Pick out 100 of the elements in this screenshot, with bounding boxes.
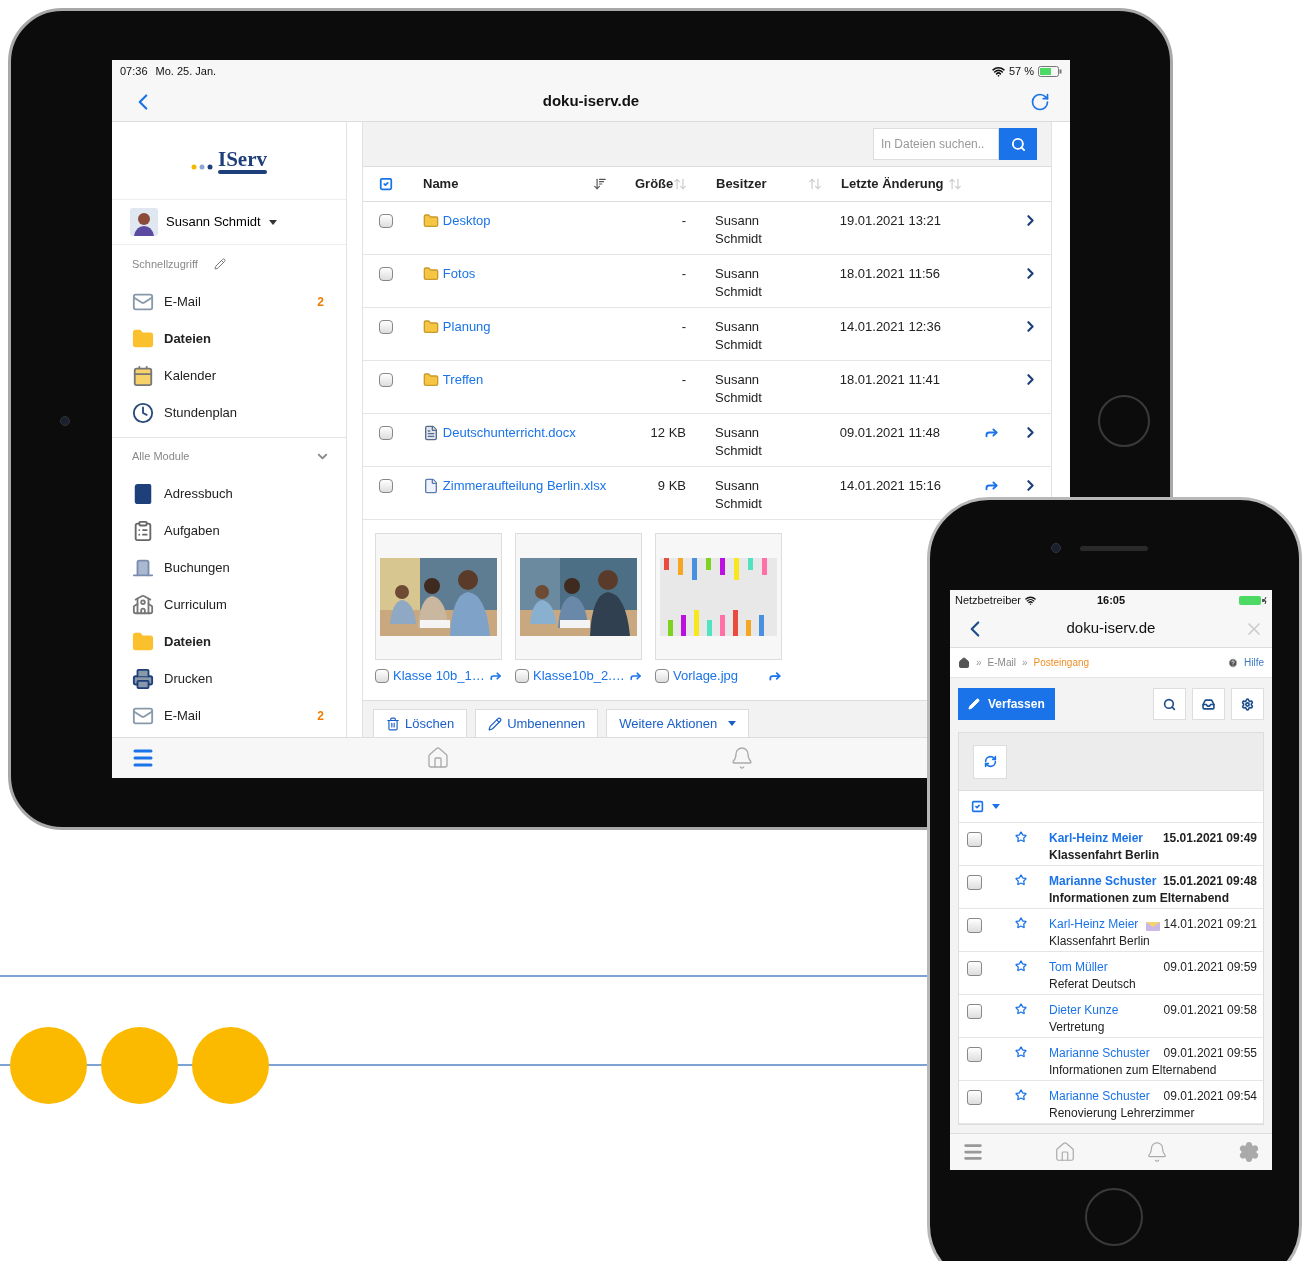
help-link[interactable]: Hilfe	[1244, 655, 1264, 670]
home-icon[interactable]	[958, 656, 970, 669]
sort-icon[interactable]	[593, 177, 607, 191]
star-icon[interactable]	[1015, 917, 1027, 929]
sidebar-item[interactable]: Adressbuch	[112, 475, 346, 512]
mail-row[interactable]: Dieter Kunze 09.01.2021 09:58 Vertretung	[959, 995, 1263, 1038]
checkbox[interactable]	[967, 918, 982, 933]
mail-row[interactable]: Karl-Heinz Meier 15.01.2021 09:49 Klassenfahrt Berlin	[959, 823, 1263, 866]
checkbox[interactable]	[379, 320, 393, 334]
sender-name[interactable]: Tom Müller	[1049, 959, 1108, 976]
sidebar-item[interactable]: Dateien	[112, 623, 346, 660]
star-icon[interactable]	[1015, 874, 1027, 886]
sender-name[interactable]: Marianne Schuster	[1049, 1045, 1150, 1062]
sender-name[interactable]: Dieter Kunze	[1049, 1002, 1119, 1019]
checkbox[interactable]	[967, 961, 982, 976]
sidebar-item[interactable]: E-Mail 2	[112, 283, 346, 320]
sender-name[interactable]: Karl-Heinz Meier	[1049, 830, 1144, 847]
sender-name[interactable]: Marianne Schuster	[1049, 1088, 1150, 1105]
file-link[interactable]: Klasse10b_2.…	[533, 666, 625, 686]
column-header[interactable]: Letzte Änderung	[841, 174, 944, 194]
breadcrumb-separator: »	[1021, 656, 1028, 670]
checkbox[interactable]	[375, 668, 389, 683]
checkbox[interactable]	[967, 1090, 982, 1105]
breadcrumb-link[interactable]: E-Mail	[987, 655, 1016, 670]
mail-subject: Informationen zum Elternabend	[1049, 1063, 1217, 1077]
checkbox[interactable]	[379, 214, 393, 228]
checkbox[interactable]	[379, 426, 393, 440]
checkbox[interactable]	[967, 1047, 982, 1062]
sidebar-item[interactable]: Kalender	[112, 357, 346, 394]
share-icon[interactable]	[984, 478, 1000, 493]
thumbnail-card[interactable]	[375, 533, 502, 660]
refresh-button[interactable]	[1030, 91, 1050, 112]
book-icon	[132, 482, 154, 505]
checkbox[interactable]	[379, 373, 393, 387]
mail-row[interactable]: Marianne Schuster 09.01.2021 09:54 Renovierung Lehrerzimmer	[959, 1081, 1263, 1124]
mail-row[interactable]: Marianne Schuster 09.01.2021 09:55 Informationen zum Elternabend	[959, 1038, 1263, 1081]
mail-subject: Vertretung	[1049, 1020, 1105, 1034]
sender-name[interactable]: Karl-Heinz Meier	[1049, 916, 1139, 933]
file-link[interactable]: Vorlage.jpg	[673, 666, 764, 686]
folder-icon	[422, 319, 439, 335]
refresh-button[interactable]	[973, 744, 1007, 779]
search-button[interactable]	[999, 128, 1037, 160]
file-link[interactable]: Deutschunterricht.docx	[442, 424, 576, 442]
column-header[interactable]: Besitzer	[716, 174, 767, 194]
file-link[interactable]: Fotos	[442, 265, 476, 283]
help-icon	[1228, 657, 1238, 668]
search-field[interactable]: In Dateien suchen..	[873, 128, 999, 160]
star-icon[interactable]	[1015, 960, 1027, 972]
thumbnail-card[interactable]	[655, 533, 782, 660]
sidebar-item[interactable]: E-Mail 2	[112, 697, 346, 734]
checkbox[interactable]	[379, 479, 393, 493]
compose-button[interactable]: Verfassen	[958, 688, 1055, 720]
sidebar-item[interactable]: Dateien	[112, 320, 346, 357]
edit-icon[interactable]	[213, 258, 226, 270]
column-header[interactable]: Name	[423, 174, 459, 194]
thumbnail-card[interactable]	[515, 533, 642, 660]
file-link[interactable]: Treffen	[442, 371, 484, 389]
sidebar-item[interactable]: Buchungen	[112, 549, 346, 586]
star-icon[interactable]	[1015, 1089, 1027, 1101]
select-all-icon[interactable]	[379, 177, 393, 191]
checkbox[interactable]	[967, 1004, 982, 1019]
settings-button[interactable]	[1231, 688, 1264, 720]
page-title: doku-iserv.de	[1065, 618, 1157, 639]
checkbox[interactable]	[379, 267, 393, 281]
sender-name[interactable]: Marianne Schuster	[1049, 873, 1157, 890]
sidebar-item[interactable]: Drucken	[112, 660, 346, 697]
file-link[interactable]: Planung	[442, 318, 491, 336]
share-icon[interactable]	[984, 425, 1000, 440]
action-button[interactable]: Weitere Aktionen	[606, 709, 750, 738]
sidebar-item[interactable]: Curriculum	[112, 586, 346, 623]
folder-icon	[132, 630, 154, 653]
checkbox[interactable]	[967, 832, 982, 847]
select-all-icon[interactable]	[971, 800, 984, 813]
search-button[interactable]	[1153, 688, 1186, 720]
mail-row[interactable]: Karl-Heinz Meier 14.01.2021 09:21 Klassenfahrt Berlin	[959, 909, 1263, 952]
action-button[interactable]: Umbenennen	[475, 709, 599, 738]
mail-row[interactable]: Tom Müller 09.01.2021 09:59 Referat Deutsch	[959, 952, 1263, 995]
checkbox[interactable]	[655, 668, 669, 683]
file-link[interactable]: Klasse 10b_1…	[393, 666, 485, 686]
file-link[interactable]: Zimmeraufteilung Berlin.xlsx	[442, 477, 607, 495]
user-menu[interactable]: Susann Schmidt	[112, 200, 346, 245]
sidebar-item[interactable]: Aufgaben	[112, 512, 346, 549]
column-header[interactable]: Größe	[635, 174, 674, 194]
checkbox[interactable]	[967, 875, 982, 890]
mail-row[interactable]: Marianne Schuster 15.01.2021 09:48 Informationen zum Elternabend	[959, 866, 1263, 909]
mail-date: 15.01.2021 09:49	[1162, 830, 1257, 847]
checkbox[interactable]	[515, 668, 529, 683]
inbox-button[interactable]	[1192, 688, 1225, 720]
clock-time: 16:05	[1095, 592, 1127, 608]
star-icon[interactable]	[1015, 1003, 1027, 1015]
action-button[interactable]: Löschen	[373, 709, 468, 738]
star-icon[interactable]	[1015, 831, 1027, 843]
star-icon[interactable]	[1015, 1046, 1027, 1058]
menu-icon[interactable]	[962, 1141, 984, 1163]
size-cell: -	[681, 213, 686, 228]
bell-icon[interactable]	[1146, 1141, 1168, 1163]
bell-icon[interactable]	[730, 746, 754, 770]
settings-icon[interactable]	[1238, 1141, 1260, 1163]
sidebar-item[interactable]: Stundenplan	[112, 394, 346, 431]
file-link[interactable]: Desktop	[442, 212, 491, 230]
